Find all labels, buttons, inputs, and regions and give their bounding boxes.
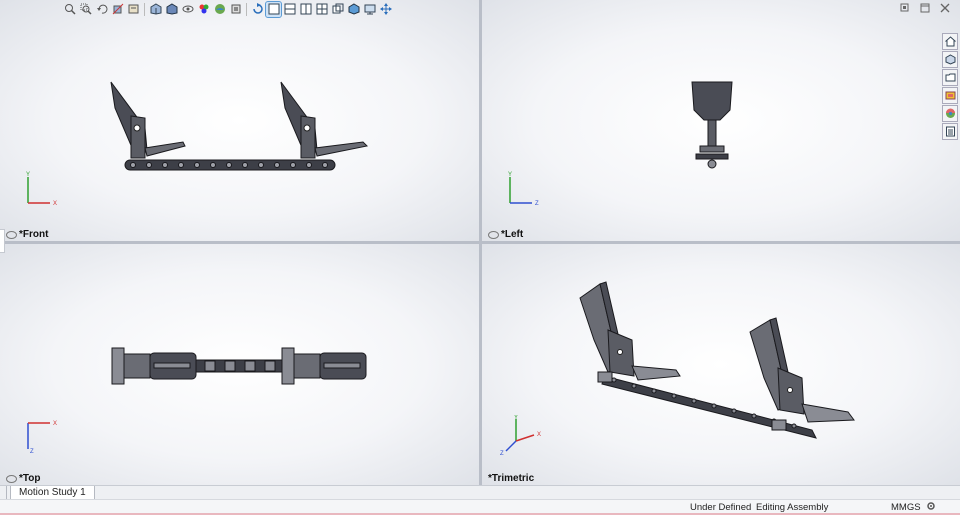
toolbar-separator: [246, 2, 247, 16]
heads-up-view-toolbar: [62, 0, 393, 18]
move-icon[interactable]: [378, 2, 393, 17]
apply-scene-icon[interactable]: [212, 2, 227, 17]
viewport-trimetric[interactable]: Y X Z *Trimetric: [482, 244, 960, 485]
eye-icon: [6, 230, 17, 239]
custom-properties-icon[interactable]: [942, 123, 958, 140]
svg-text:X: X: [537, 432, 541, 438]
bottom-tab-bar: Motion Study 1: [0, 485, 960, 500]
restore-icon[interactable]: [900, 3, 910, 13]
viewport-left[interactable]: Y Z *Left: [482, 0, 960, 241]
axis-triad-top: Z X: [27, 421, 57, 455]
chain-model-top[interactable]: [110, 344, 370, 389]
rotate-view-icon[interactable]: [250, 2, 265, 17]
two-view-horizontal-icon[interactable]: [282, 2, 297, 17]
monitor-icon[interactable]: [362, 2, 377, 17]
status-bar: Under Defined Editing Assembly MMGS: [0, 499, 960, 515]
panel-collapse-handle[interactable]: [0, 229, 5, 253]
window-controls: [900, 3, 950, 13]
svg-text:Y: Y: [514, 415, 518, 421]
tile-icon[interactable]: [920, 3, 930, 13]
four-view-icon[interactable]: [314, 2, 329, 17]
dynamic-annotation-icon[interactable]: [126, 2, 141, 17]
viewport-label-trimetric: *Trimetric: [488, 473, 535, 484]
isometric-icon[interactable]: [346, 2, 361, 17]
design-library-icon[interactable]: [942, 51, 958, 68]
view-orientation-icon[interactable]: [148, 2, 163, 17]
toolbar-separator: [144, 2, 145, 16]
two-view-vertical-icon[interactable]: [298, 2, 313, 17]
zoom-to-area-icon[interactable]: [78, 2, 93, 17]
chain-model-front[interactable]: [105, 78, 375, 178]
appearances-icon[interactable]: [942, 105, 958, 122]
eye-icon: [488, 230, 499, 239]
eye-icon: [6, 474, 17, 483]
view-settings-icon[interactable]: [228, 2, 243, 17]
viewport-label-top: *Top: [6, 473, 40, 484]
view-palette-icon[interactable]: [942, 87, 958, 104]
svg-text:Y: Y: [26, 172, 30, 178]
home-icon[interactable]: [942, 33, 958, 50]
svg-text:X: X: [53, 421, 57, 427]
viewport-front[interactable]: Y X *Front: [0, 0, 479, 241]
section-view-icon[interactable]: [110, 2, 125, 17]
chain-model-trimetric[interactable]: [572, 280, 872, 450]
edit-appearance-icon[interactable]: [196, 2, 211, 17]
viewport-label-front: *Front: [6, 229, 48, 240]
close-icon[interactable]: [940, 3, 950, 13]
zoom-to-fit-icon[interactable]: [62, 2, 77, 17]
single-view-icon[interactable]: [265, 0, 282, 18]
axis-triad-front: Y X: [26, 172, 57, 207]
chain-model-left[interactable]: [688, 80, 738, 172]
display-style-icon[interactable]: [164, 2, 179, 17]
tab-motion-study[interactable]: Motion Study 1: [10, 486, 95, 500]
svg-text:Z: Z: [500, 451, 504, 455]
task-pane-tabs: [942, 33, 958, 140]
axis-triad-trimetric: Y X Z: [500, 415, 541, 455]
svg-text:Z: Z: [535, 201, 539, 207]
link-views-icon[interactable]: [330, 2, 345, 17]
viewport-splitter-horizontal[interactable]: [0, 241, 960, 244]
model-tab[interactable]: [0, 486, 7, 499]
previous-view-icon[interactable]: [94, 2, 109, 17]
svg-text:Y: Y: [508, 172, 512, 178]
axis-triad-left: Y Z: [508, 172, 539, 207]
svg-text:Z: Z: [30, 449, 34, 455]
hide-show-icon[interactable]: [180, 2, 195, 17]
viewport-top[interactable]: Z X *Top: [0, 244, 479, 485]
svg-text:X: X: [53, 201, 57, 207]
viewport-label-left: *Left: [488, 229, 523, 240]
file-explorer-icon[interactable]: [942, 69, 958, 86]
